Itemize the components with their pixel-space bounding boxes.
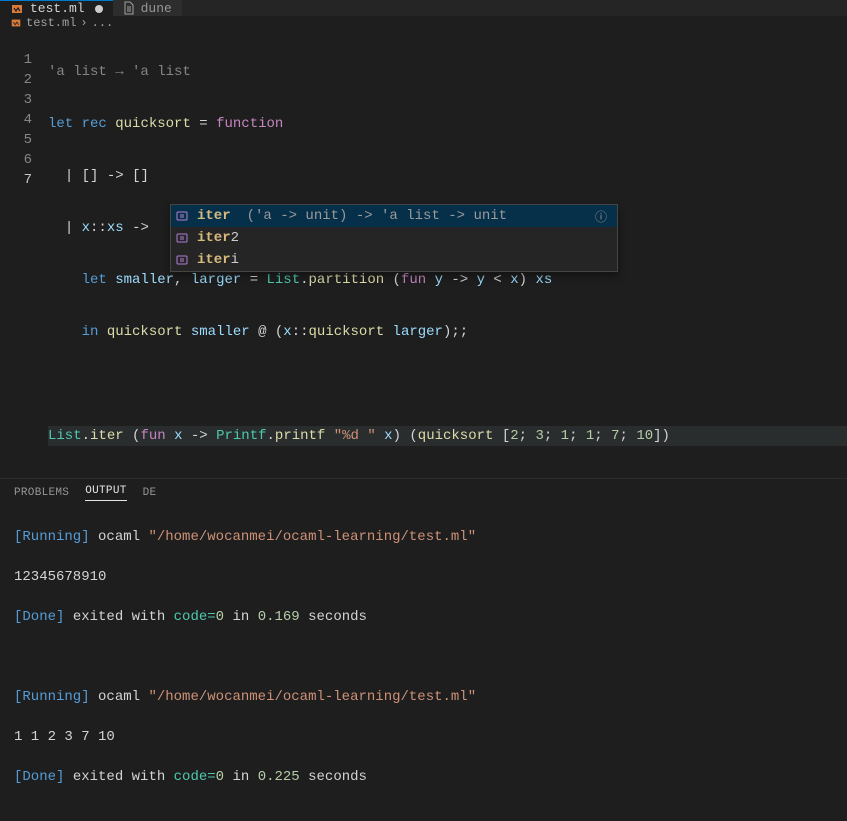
- file-icon: [123, 1, 135, 15]
- tab-test-ml[interactable]: test.ml: [0, 0, 113, 16]
- tab-dune[interactable]: dune: [113, 0, 182, 16]
- method-icon: [175, 231, 191, 245]
- tab-bar: test.ml dune: [0, 0, 847, 16]
- tab-label: test.ml: [30, 1, 85, 16]
- breadcrumb[interactable]: test.ml › ...: [0, 16, 847, 30]
- completion-item[interactable]: iteri: [171, 249, 617, 271]
- panel-tab-problems[interactable]: PROBLEMS: [14, 487, 69, 499]
- breadcrumb-sep: ›: [80, 16, 87, 30]
- ocaml-file-icon: [10, 2, 24, 16]
- line-gutter: 1 2 3 4 5 6 7: [0, 30, 48, 478]
- panel-tab-bar: PROBLEMS OUTPUT DE: [0, 478, 847, 503]
- completion-popup[interactable]: iter ('a -> unit) -> 'a list -> unit ⓘ i…: [170, 204, 618, 272]
- completion-item[interactable]: iter ('a -> unit) -> 'a list -> unit ⓘ: [171, 205, 617, 227]
- modified-dot-icon: [95, 5, 103, 13]
- ocaml-file-icon: [10, 17, 22, 29]
- info-icon[interactable]: ⓘ: [595, 208, 613, 225]
- breadcrumb-more: ...: [92, 16, 114, 30]
- method-icon: [175, 253, 191, 267]
- panel-tab-output[interactable]: OUTPUT: [85, 485, 126, 501]
- completion-item[interactable]: iter2: [171, 227, 617, 249]
- method-icon: [175, 209, 191, 223]
- editor[interactable]: 1 2 3 4 5 6 7 'a list → 'a list let rec …: [0, 30, 847, 478]
- output-panel[interactable]: [Running] ocaml "/home/wocanmei/ocaml-le…: [0, 503, 847, 821]
- inlay-hint: 'a list → 'a list: [48, 62, 847, 82]
- panel-tab-debug[interactable]: DE: [143, 487, 157, 499]
- breadcrumb-file: test.ml: [26, 16, 76, 30]
- tab-label: dune: [141, 1, 172, 16]
